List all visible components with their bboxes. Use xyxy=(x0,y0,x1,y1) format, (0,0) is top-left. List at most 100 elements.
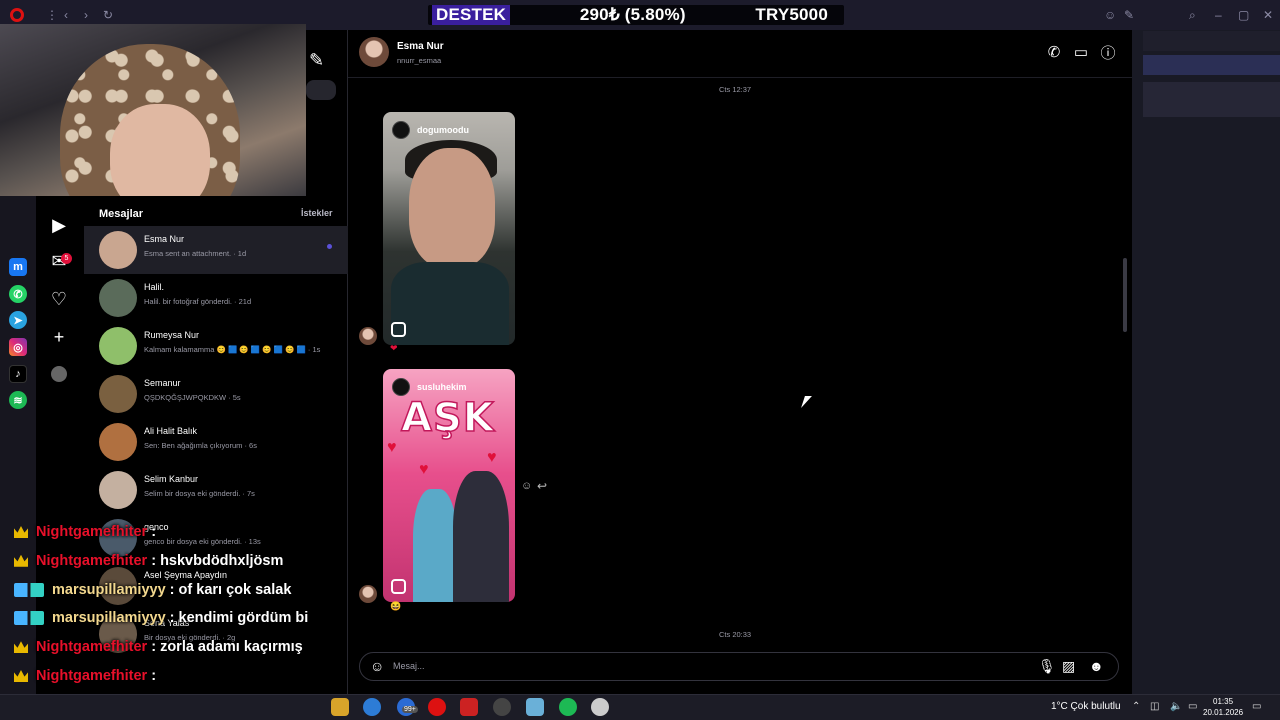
forward-icon[interactable]: › xyxy=(84,8,88,22)
image-icon[interactable]: ▨ xyxy=(1062,658,1075,675)
spotify-taskbar-icon[interactable] xyxy=(559,698,577,716)
weather-widget[interactable]: 1°C Çok bulutlu xyxy=(1051,701,1121,712)
conversation-item[interactable]: Esma Nur Esma sent an attachment. · 1d xyxy=(84,226,348,274)
banner-goal: TRY5000 xyxy=(755,5,828,24)
instagram-icon[interactable]: ◎ xyxy=(9,338,27,356)
close-icon[interactable]: ✕ xyxy=(1263,8,1273,22)
menu-dots-icon[interactable]: ⋮ xyxy=(46,8,58,22)
pin-icon[interactable]: ✎ xyxy=(1124,8,1134,22)
reload-icon[interactable]: ↻ xyxy=(103,8,113,22)
volume-icon[interactable]: 🔈 xyxy=(1170,701,1182,712)
phone-icon[interactable]: ✆ xyxy=(1045,43,1063,61)
conversation-avatar xyxy=(99,327,137,365)
chat-separator: : xyxy=(147,524,161,540)
subscriber-badge-icon xyxy=(14,611,44,626)
react-icon[interactable]: ☺ xyxy=(521,480,532,492)
chat-header xyxy=(348,30,1132,78)
contact-username: nnurr_esmaa xyxy=(397,56,442,65)
minimize-icon[interactable]: – xyxy=(1215,8,1222,22)
emoji-icon[interactable]: ☺ xyxy=(370,658,384,674)
chat-username: marsupillamiyyy xyxy=(52,581,166,598)
conversation-preview: Halil. bir fotoğraf gönderdi. · 21d xyxy=(144,297,252,306)
heart-icon[interactable]: ♡ xyxy=(48,288,70,310)
sender-avatar xyxy=(359,585,377,603)
crown-badge-icon xyxy=(14,554,28,567)
app-icon[interactable] xyxy=(493,698,511,716)
spotify-icon[interactable]: ≋ xyxy=(9,391,27,409)
sticker-icon[interactable]: ☻ xyxy=(1089,658,1104,674)
contact-avatar[interactable] xyxy=(359,37,389,67)
subscriber-badge-icon xyxy=(14,582,44,597)
chat-message: kendimi gördüm bi xyxy=(178,610,309,627)
video-call-icon[interactable]: ▭ xyxy=(1072,43,1090,61)
app-icon[interactable] xyxy=(526,698,544,716)
reel-owner-avatar xyxy=(392,378,410,396)
reaction-emoji[interactable]: ❤ xyxy=(390,343,398,354)
timestamp: Cts 20:33 xyxy=(719,630,752,639)
chat-username: Nightgamefhiter xyxy=(36,668,148,684)
tiktok-icon[interactable]: ♪ xyxy=(9,365,27,383)
reel-owner-avatar xyxy=(392,121,410,139)
chat-message: zorla adamı kaçırmış xyxy=(160,639,303,656)
side-tab-strip[interactable] xyxy=(1143,55,1280,75)
conversation-item[interactable]: Halil. Halil. bir fotoğraf gönderdi. · 21… xyxy=(84,274,348,322)
conversation-preview: Kalmam kalamamma 😊 🟦 😊 🟦 😊 🟦 😊 🟦 · 1s xyxy=(144,345,321,354)
chat-separator: : xyxy=(165,610,179,627)
info-icon[interactable]: ⓘ xyxy=(1099,43,1117,62)
maximize-icon[interactable]: ▢ xyxy=(1238,8,1249,22)
app-icon[interactable] xyxy=(591,698,609,716)
opera-logo-icon[interactable] xyxy=(10,8,24,22)
sender-avatar xyxy=(359,327,377,345)
opera-icon[interactable] xyxy=(428,698,446,716)
reel-owner[interactable]: dogumoodu xyxy=(417,125,469,135)
taskbar-badge: 99+ xyxy=(402,706,418,713)
chevron-up-icon[interactable]: ⌃ xyxy=(1132,701,1140,712)
reels-icon[interactable]: ▶ xyxy=(48,214,70,236)
shared-reel[interactable]: AŞK ♥ ♥ ♥ ♥ susluhekim xyxy=(383,369,515,602)
conversation-item[interactable]: Selim Kanbur Selim bir dosya eki gönderdi… xyxy=(84,466,348,514)
conversation-avatar xyxy=(99,231,137,269)
file-explorer-icon[interactable] xyxy=(331,698,349,716)
new-message-icon[interactable]: ✎ xyxy=(309,50,329,70)
notification-icon[interactable]: ▭ xyxy=(1252,701,1261,712)
crown-badge-icon xyxy=(14,641,28,654)
donation-banner: DESTEK 290₺ (5.80%) TRY5000 xyxy=(428,5,844,25)
search-input[interactable] xyxy=(306,80,336,100)
conversation-name: Esma Nur xyxy=(144,234,185,244)
back-icon[interactable]: ‹ xyxy=(64,8,68,22)
reaction-emoji[interactable]: 😆 xyxy=(390,601,401,612)
side-browser-pane xyxy=(1132,30,1280,694)
chat-scrollbar[interactable] xyxy=(1120,78,1130,640)
emoji-icon[interactable]: ☺ xyxy=(1104,8,1116,22)
conversation-name: Selim Kanbur xyxy=(144,474,199,484)
crown-badge-icon xyxy=(14,526,28,538)
crown-badge-icon xyxy=(14,670,28,682)
messenger-app-icon[interactable]: m xyxy=(9,258,27,276)
reel-owner[interactable]: susluhekim xyxy=(417,382,467,392)
conversation-avatar xyxy=(99,471,137,509)
telegram-icon[interactable]: ➤ xyxy=(9,311,27,329)
contact-name[interactable]: Esma Nur xyxy=(397,41,444,52)
conversation-item[interactable]: Semanur QŞDKQĞŞJWPQKDKW · 5s xyxy=(84,370,348,418)
banner-amount: 290₺ (5.80%) xyxy=(579,5,686,24)
reel-icon xyxy=(391,322,406,337)
reply-icon[interactable]: ↩ xyxy=(537,479,547,493)
conversation-item[interactable]: Ali Halit Balık Sen: Ben ağağımla çıkıyor… xyxy=(84,418,348,466)
create-icon[interactable]: + xyxy=(48,326,70,348)
clock-date: 20.01.2026 xyxy=(1203,708,1244,717)
message-input[interactable] xyxy=(359,652,1119,681)
profile-avatar[interactable] xyxy=(51,366,67,382)
display-icon[interactable]: ▭ xyxy=(1188,701,1197,712)
whatsapp-icon[interactable]: ✆ xyxy=(9,285,27,303)
shared-reel[interactable]: dogumoodu xyxy=(383,112,515,345)
reel-title-text: AŞK xyxy=(400,394,495,442)
requests-link[interactable]: İstekler xyxy=(301,208,333,218)
microphone-icon[interactable]: 🎙 xyxy=(1038,658,1056,675)
app-icon[interactable] xyxy=(460,698,478,716)
conversation-item[interactable]: Rumeysa Nur Kalmam kalamamma 😊 🟦 😊 🟦 😊 🟦 … xyxy=(84,322,348,370)
clock[interactable]: 01:35 20.01.2026 xyxy=(1203,696,1243,718)
search-icon[interactable]: ⌕ xyxy=(1189,8,1196,23)
outlook-icon[interactable] xyxy=(363,698,381,716)
chat-separator: : xyxy=(147,668,161,684)
network-icon[interactable]: ◫ xyxy=(1150,701,1159,712)
